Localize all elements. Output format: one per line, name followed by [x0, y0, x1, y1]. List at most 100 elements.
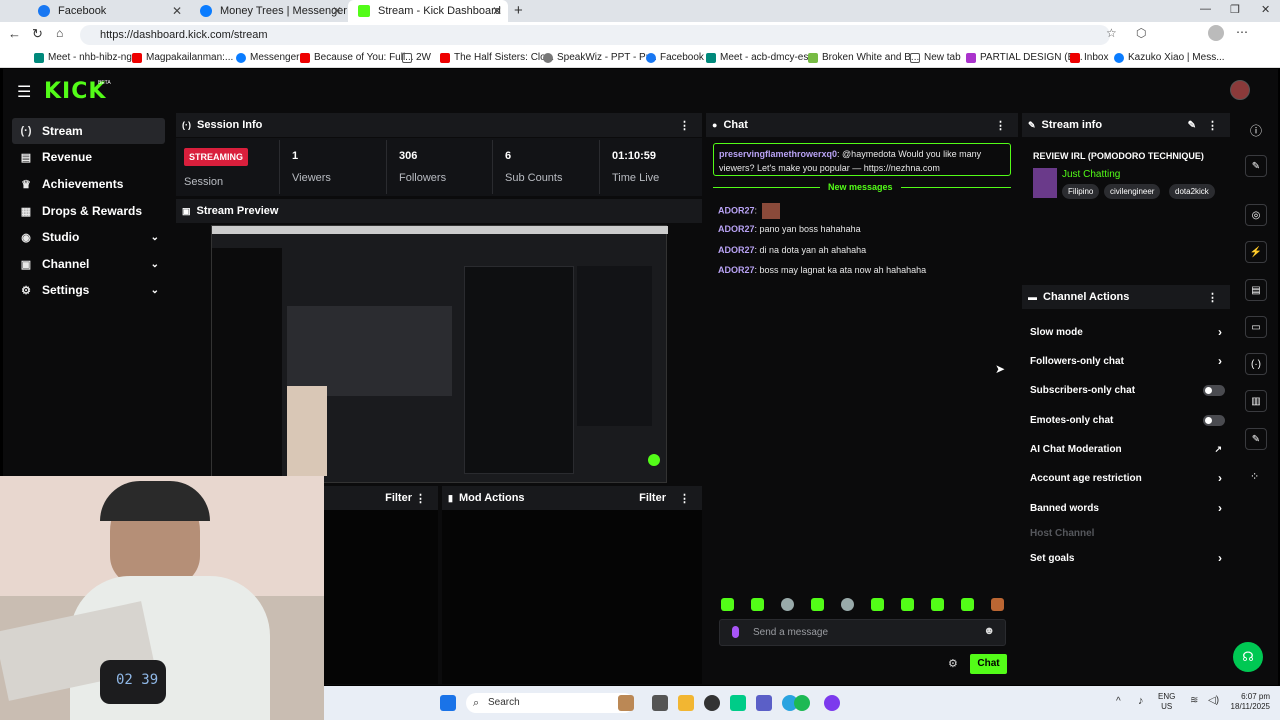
more-options-icon[interactable]: ⋮ — [415, 492, 426, 505]
emotes-only-toggle[interactable] — [1203, 414, 1225, 426]
bookmark[interactable]: Magpakailanman:... — [132, 52, 233, 63]
tag-chip[interactable]: Filipino — [1062, 184, 1100, 199]
action-ai-moderation[interactable]: AI Chat Moderation ↗ — [1030, 439, 1228, 459]
pencil-icon[interactable]: ✎ — [1245, 155, 1267, 177]
chevron-up-icon[interactable]: ^ — [1116, 696, 1121, 707]
more-options-icon[interactable]: ⋮ — [1207, 119, 1218, 132]
home-icon[interactable]: ⌂ — [56, 26, 63, 40]
menu-icon[interactable]: ☰ — [17, 82, 31, 102]
task-view-icon[interactable] — [652, 695, 668, 711]
tab-facebook[interactable]: Facebook ✕ — [28, 0, 188, 22]
emote-button[interactable] — [781, 598, 794, 611]
lightning-icon[interactable]: ⚡ — [1245, 241, 1267, 263]
tab-messenger[interactable]: Money Trees | Messenger ✕ — [190, 0, 348, 22]
action-set-goals[interactable]: Set goals › — [1030, 548, 1228, 568]
edit-pencil-icon[interactable]: ✎ — [1188, 120, 1196, 131]
taskbar-search[interactable]: ⌕ Search — [466, 693, 634, 713]
edge-icon[interactable] — [730, 695, 746, 711]
camera-icon[interactable]: ◎ — [1245, 204, 1267, 226]
stream-preview-video[interactable] — [211, 225, 668, 483]
close-icon[interactable]: ✕ — [172, 4, 182, 18]
action-banned-words[interactable]: Banned words › — [1030, 498, 1228, 518]
tag-chip[interactable]: civilengineer — [1104, 184, 1161, 199]
url-input[interactable]: https://dashboard.kick.com/stream — [80, 25, 1110, 45]
action-account-age[interactable]: Account age restriction › — [1030, 468, 1228, 488]
bookmark[interactable]: Inbox — [1070, 52, 1108, 63]
taskbar-widget-icon[interactable] — [618, 695, 634, 711]
emote-button[interactable] — [841, 598, 854, 611]
action-followers-only[interactable]: Followers-only chat › — [1030, 351, 1228, 371]
refresh-icon[interactable]: ↻ — [32, 26, 43, 42]
favorite-star-icon[interactable]: ☆ — [1106, 26, 1117, 40]
action-subscribers-only[interactable]: Subscribers-only chat — [1030, 380, 1228, 400]
extensions-icon[interactable]: ⬡ — [1136, 26, 1146, 40]
emote-button[interactable] — [721, 598, 734, 611]
info-icon[interactable]: ⓘ — [1250, 122, 1262, 139]
bookmark[interactable]: Meet - nhb-hibz-nga — [34, 52, 138, 63]
sidebar-item-channel[interactable]: ▣ Channel ⌄ — [12, 251, 165, 277]
bookmark[interactable]: Broken White and B... — [808, 52, 919, 63]
filter-button[interactable]: Filter — [385, 492, 412, 504]
more-icon[interactable]: ⋯ — [1236, 25, 1248, 39]
language-indicator[interactable]: ENG US — [1158, 692, 1175, 712]
emote-button[interactable] — [811, 598, 824, 611]
broadcast-icon[interactable]: (·) — [1245, 353, 1267, 375]
emote-button[interactable] — [991, 598, 1004, 611]
maximize-icon[interactable]: ❐ — [1230, 3, 1240, 16]
system-clock[interactable]: 6:07 pm 18/11/2025 — [1224, 692, 1270, 712]
support-headset-icon[interactable]: ☊ — [1233, 642, 1263, 672]
teams-icon[interactable] — [756, 695, 772, 711]
discord-icon[interactable] — [824, 695, 840, 711]
spotify-icon[interactable] — [794, 695, 810, 711]
filter-button[interactable]: Filter — [639, 492, 666, 504]
send-chat-button[interactable]: Chat — [970, 654, 1007, 674]
category-link[interactable]: Just Chatting — [1062, 169, 1120, 180]
close-icon[interactable]: ✕ — [332, 4, 342, 18]
more-options-icon[interactable]: ⋮ — [679, 492, 690, 505]
volume-icon[interactable]: ◁) — [1208, 695, 1219, 706]
back-icon[interactable]: ← — [8, 26, 21, 41]
file-explorer-icon[interactable] — [678, 695, 694, 711]
more-options-icon[interactable]: ⋮ — [995, 119, 1006, 132]
clipboard-icon[interactable]: ▤ — [1245, 279, 1267, 301]
user-avatar[interactable] — [1230, 80, 1250, 100]
bookmark[interactable]: Because of You: Full... — [300, 52, 414, 63]
bookmark[interactable]: Meet - acb-dmcy-es... — [706, 52, 817, 63]
bookmark[interactable]: Kazuko Xiao | Mess... — [1114, 52, 1225, 63]
action-slow-mode[interactable]: Slow mode › — [1030, 322, 1228, 342]
emoji-icon[interactable]: ☻ — [983, 625, 995, 637]
taskbar-app-icon[interactable] — [704, 695, 720, 711]
emote-button[interactable] — [931, 598, 944, 611]
wifi-icon[interactable]: ≋ — [1190, 695, 1198, 706]
tag-chip[interactable]: dota2kick — [1169, 184, 1215, 199]
bookmark[interactable]: Facebook — [646, 52, 704, 63]
bookmark[interactable]: 2W — [402, 52, 431, 63]
microphone-icon[interactable] — [732, 626, 739, 638]
sidebar-item-settings[interactable]: ⚙ Settings ⌄ — [12, 277, 165, 303]
emote-button[interactable] — [751, 598, 764, 611]
chat-settings-gear-icon[interactable]: ⚙ — [948, 657, 958, 670]
sidebar-item-stream[interactable]: (·) Stream — [12, 118, 165, 144]
chat-icon[interactable]: ▭ — [1245, 316, 1267, 338]
new-tab-icon[interactable]: + — [514, 2, 523, 19]
layout-icon[interactable]: ▥ — [1245, 390, 1267, 412]
emote-button[interactable] — [961, 598, 974, 611]
subscribers-only-toggle[interactable] — [1203, 384, 1225, 396]
sidebar-item-achievements[interactable]: ♛ Achievements — [12, 171, 165, 197]
minimize-icon[interactable]: — — [1200, 3, 1211, 15]
sidebar-item-drops[interactable]: ▦ Drops & Rewards — [12, 198, 165, 224]
sidebar-item-studio[interactable]: ◉ Studio ⌄ — [12, 224, 165, 250]
profile-avatar[interactable] — [1208, 25, 1224, 41]
tab-kick-dashboard[interactable]: Stream - Kick Dashboard ✕ — [348, 0, 508, 22]
emote-button[interactable] — [901, 598, 914, 611]
close-icon[interactable]: ✕ — [492, 4, 502, 18]
bookmark[interactable]: The Half Sisters: Clo... — [440, 52, 554, 63]
windows-start-icon[interactable] — [440, 695, 456, 711]
microphone-tray-icon[interactable]: ♪ — [1138, 695, 1144, 707]
more-options-icon[interactable]: ⋮ — [1207, 291, 1218, 304]
more-options-icon[interactable]: ⋮ — [679, 119, 690, 132]
bookmark[interactable]: Messenger — [236, 52, 299, 63]
action-emotes-only[interactable]: Emotes-only chat — [1030, 410, 1228, 430]
wrench-icon[interactable]: ✎ — [1245, 428, 1267, 450]
close-window-icon[interactable]: ✕ — [1261, 3, 1270, 16]
